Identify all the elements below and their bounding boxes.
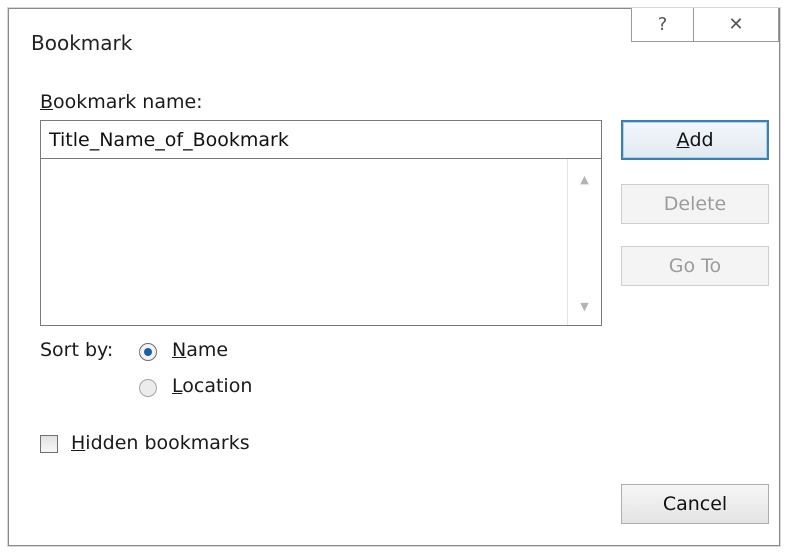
cancel-button[interactable]: Cancel xyxy=(621,484,769,524)
close-button[interactable]: ✕ xyxy=(693,8,779,42)
go-to-button[interactable]: Go To xyxy=(621,246,769,286)
sort-name-radio[interactable] xyxy=(139,343,157,361)
help-button[interactable]: ? xyxy=(631,8,693,42)
sort-name-label[interactable]: Name xyxy=(172,339,228,361)
close-icon: ✕ xyxy=(728,14,744,35)
sort-location-radio[interactable] xyxy=(139,379,157,397)
scroll-up-icon[interactable]: ▲ xyxy=(568,173,601,186)
help-icon: ? xyxy=(657,14,668,35)
bookmark-list[interactable]: ▲ ▼ xyxy=(40,159,602,326)
hidden-bookmarks-label[interactable]: Hidden bookmarks xyxy=(71,432,250,454)
title-bar: Bookmark ? ✕ xyxy=(9,8,779,73)
dialog-title: Bookmark xyxy=(31,31,133,55)
add-button[interactable]: Add xyxy=(621,120,769,160)
hidden-bookmarks-checkbox[interactable] xyxy=(40,435,58,453)
scroll-down-icon[interactable]: ▼ xyxy=(568,300,601,313)
sort-by-label: Sort by: xyxy=(40,339,114,361)
list-scrollbar[interactable]: ▲ ▼ xyxy=(567,159,601,325)
bookmark-name-input[interactable] xyxy=(40,120,602,159)
bookmark-name-label: Bookmark name: xyxy=(40,91,203,113)
sort-location-label[interactable]: Location xyxy=(172,375,252,397)
bookmark-dialog: Bookmark ? ✕ Bookmark name: ▲ ▼ Add Dele… xyxy=(8,8,780,546)
delete-button[interactable]: Delete xyxy=(621,184,769,224)
